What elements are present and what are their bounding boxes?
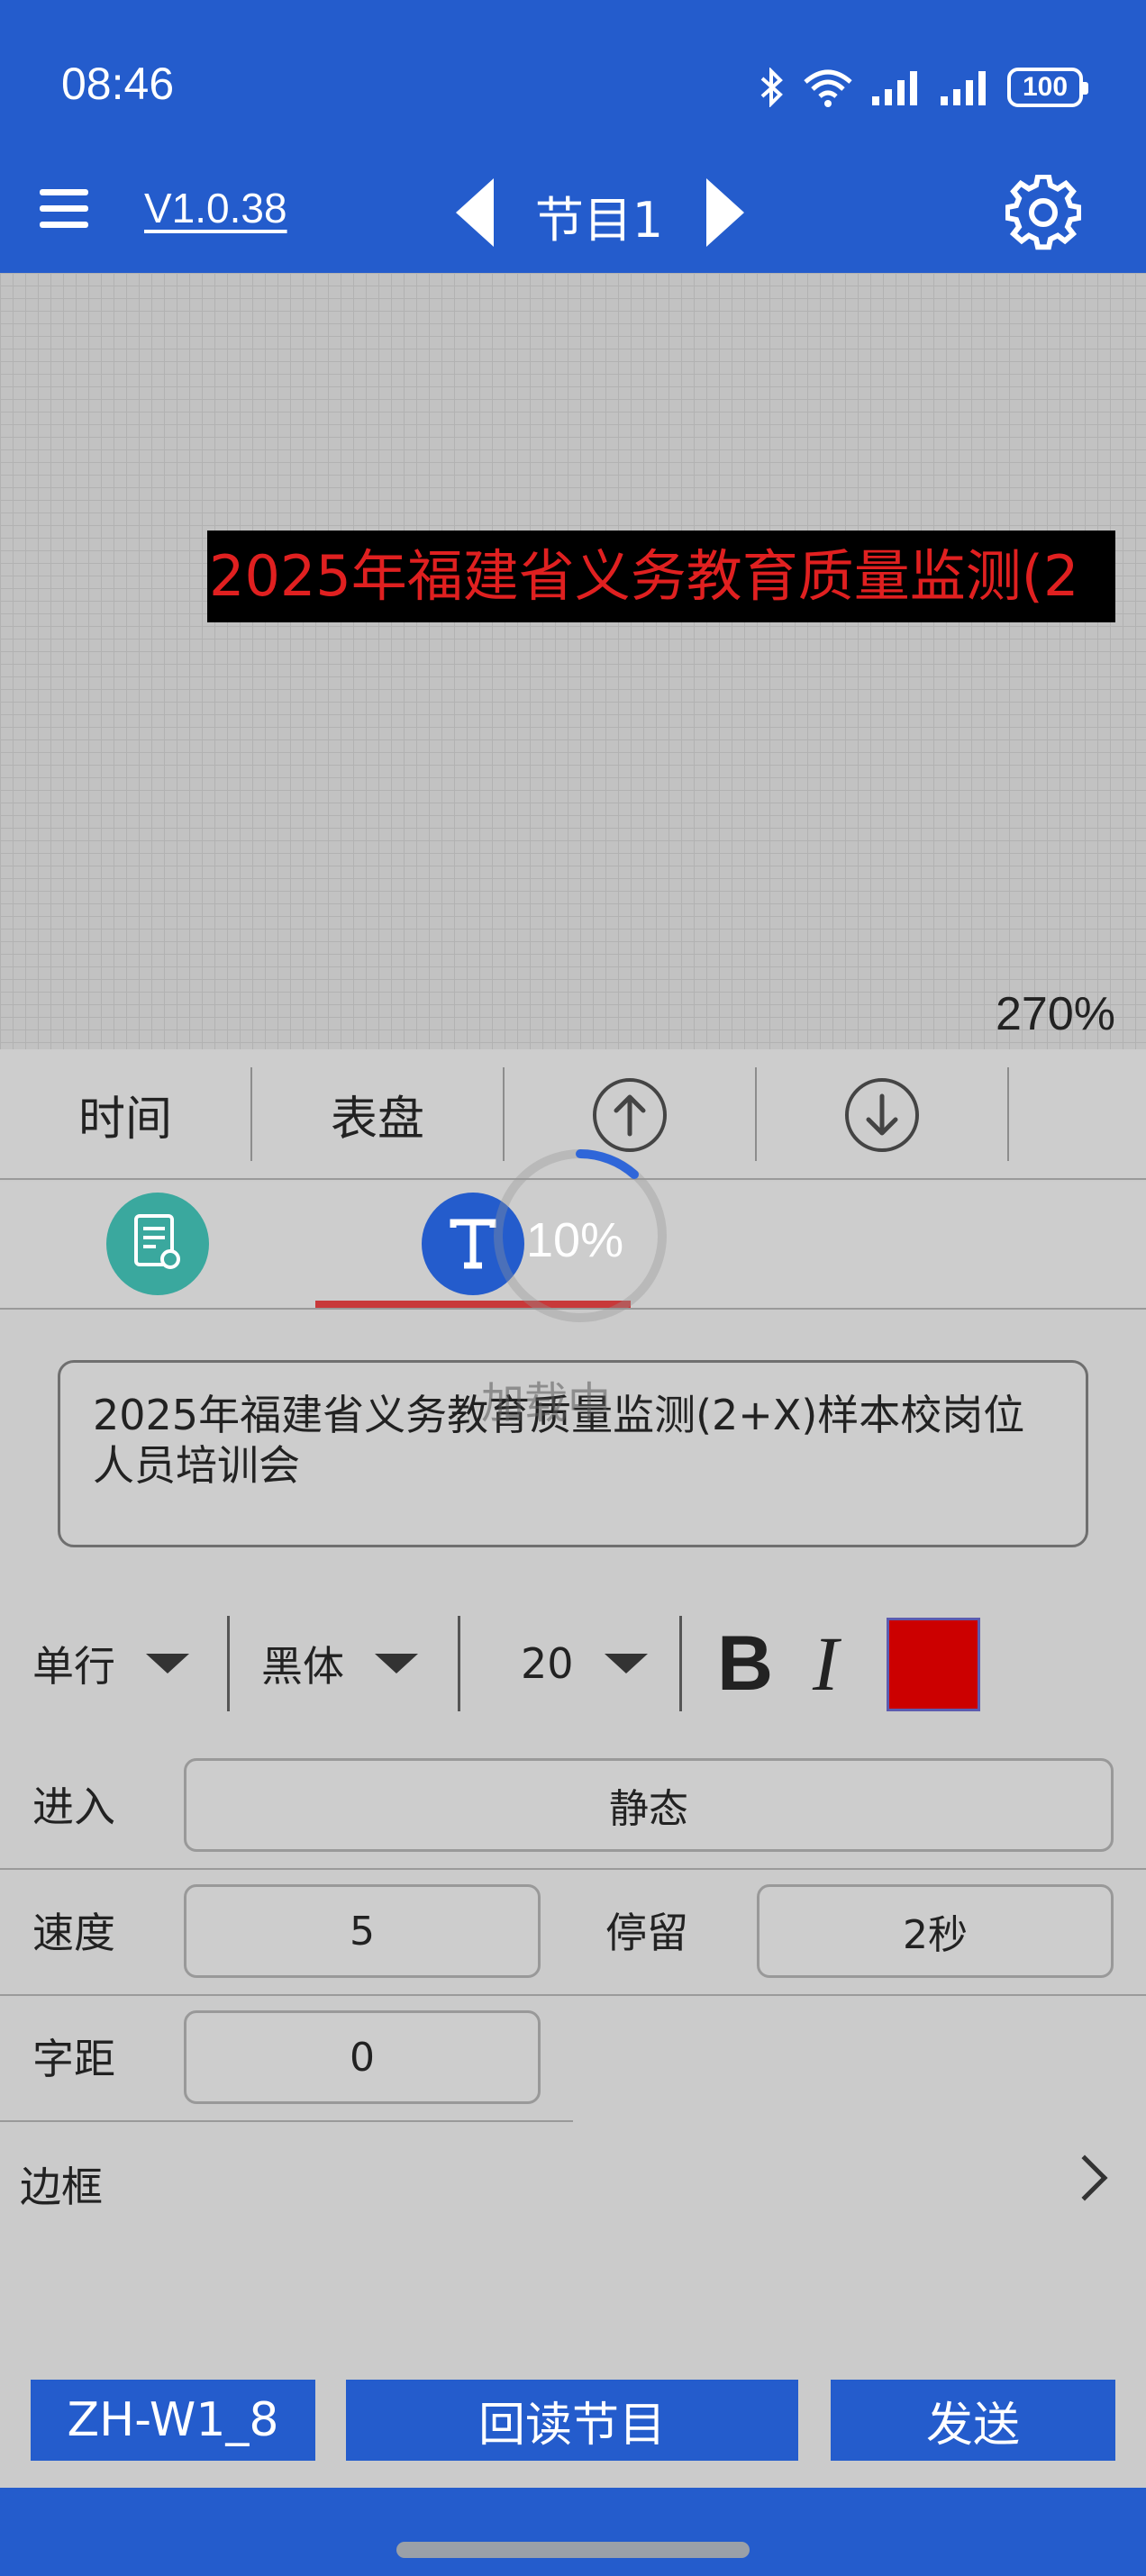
menu-icon-bar	[40, 204, 88, 212]
program-title: 节目1	[534, 192, 664, 249]
tab-program-settings[interactable]	[106, 1193, 209, 1295]
chevron-down-icon	[604, 1654, 648, 1673]
divider	[0, 1868, 1146, 1870]
text-color-swatch[interactable]	[887, 1618, 980, 1711]
bluetooth-icon	[760, 68, 783, 107]
divider	[227, 1616, 230, 1711]
system-nav-bar	[0, 2488, 1146, 2576]
speed-field[interactable]: 5	[184, 1884, 541, 1978]
enter-label: 进入	[32, 1782, 115, 1831]
font-value: 黑体	[261, 1642, 344, 1691]
gear-icon[interactable]	[1005, 175, 1081, 250]
line-mode-value: 单行	[32, 1642, 115, 1691]
line-mode-dropdown[interactable]: 单行	[32, 1605, 189, 1722]
version-link[interactable]: V1.0.38	[144, 184, 287, 232]
preview-canvas[interactable]: 2025年福建省义务教育质量监测(2 270%	[0, 273, 1146, 1049]
menu-icon-bar	[40, 188, 88, 195]
led-text-preview[interactable]: 2025年福建省义务教育质量监测(2	[207, 531, 1115, 622]
font-size-value: 20	[521, 1639, 574, 1688]
enter-effect-select[interactable]: 静态	[184, 1758, 1114, 1852]
status-icons: 100	[759, 63, 1088, 112]
menu-icon-bar	[40, 221, 88, 228]
signal-icon-2	[941, 71, 986, 105]
arrow-up-circle-icon	[593, 1077, 667, 1152]
loading-label: 加载中	[481, 1378, 612, 1429]
divider	[0, 2120, 573, 2122]
menu-button[interactable]	[32, 177, 96, 240]
signal-icon-1	[872, 71, 917, 105]
battery-icon: 100	[1007, 68, 1088, 107]
divider	[458, 1616, 460, 1711]
prev-program-arrow-icon[interactable]	[456, 178, 494, 247]
stay-label: 停留	[605, 1909, 688, 1957]
format-toolbar: 单行 黑体 20 B I	[0, 1605, 1146, 1722]
spacing-label: 字距	[32, 2035, 115, 2083]
dial-tool-button[interactable]: 表盘	[252, 1049, 503, 1180]
time-tool-button[interactable]: 时间	[0, 1049, 250, 1180]
border-label: 边框	[20, 2163, 103, 2211]
border-settings-row[interactable]: 边框	[0, 2127, 1146, 2236]
move-down-button[interactable]	[757, 1049, 1007, 1180]
stay-duration-field[interactable]: 2秒	[757, 1884, 1114, 1978]
chevron-down-icon	[146, 1654, 189, 1673]
speed-label: 速度	[32, 1909, 115, 1957]
wifi-icon	[804, 69, 852, 107]
font-size-dropdown[interactable]: 20	[521, 1605, 648, 1722]
loading-percent: 10%	[526, 1213, 624, 1267]
char-spacing-field[interactable]: 0	[184, 2010, 541, 2104]
bold-button[interactable]: B	[717, 1605, 773, 1722]
text-icon	[450, 1219, 496, 1269]
readback-program-button[interactable]: 回读节目	[346, 2380, 798, 2461]
send-button[interactable]: 发送	[831, 2380, 1115, 2461]
document-settings-icon	[134, 1214, 180, 1269]
chevron-right-icon	[1061, 2154, 1108, 2201]
app-header: 08:46 100 V1.0.38 节目1	[0, 0, 1146, 273]
chevron-down-icon	[375, 1654, 418, 1673]
italic-button[interactable]: I	[813, 1605, 839, 1722]
status-time: 08:46	[61, 59, 175, 109]
font-dropdown[interactable]: 黑体	[261, 1605, 418, 1722]
arrow-down-circle-icon	[845, 1077, 919, 1152]
divider	[1007, 1067, 1009, 1161]
zoom-level: 270%	[996, 988, 1115, 1040]
divider	[0, 1994, 1146, 1996]
device-button[interactable]: ZH-W1_8	[31, 2380, 315, 2461]
divider	[679, 1616, 682, 1711]
home-indicator[interactable]	[396, 2542, 750, 2558]
next-program-arrow-icon[interactable]	[706, 178, 744, 247]
